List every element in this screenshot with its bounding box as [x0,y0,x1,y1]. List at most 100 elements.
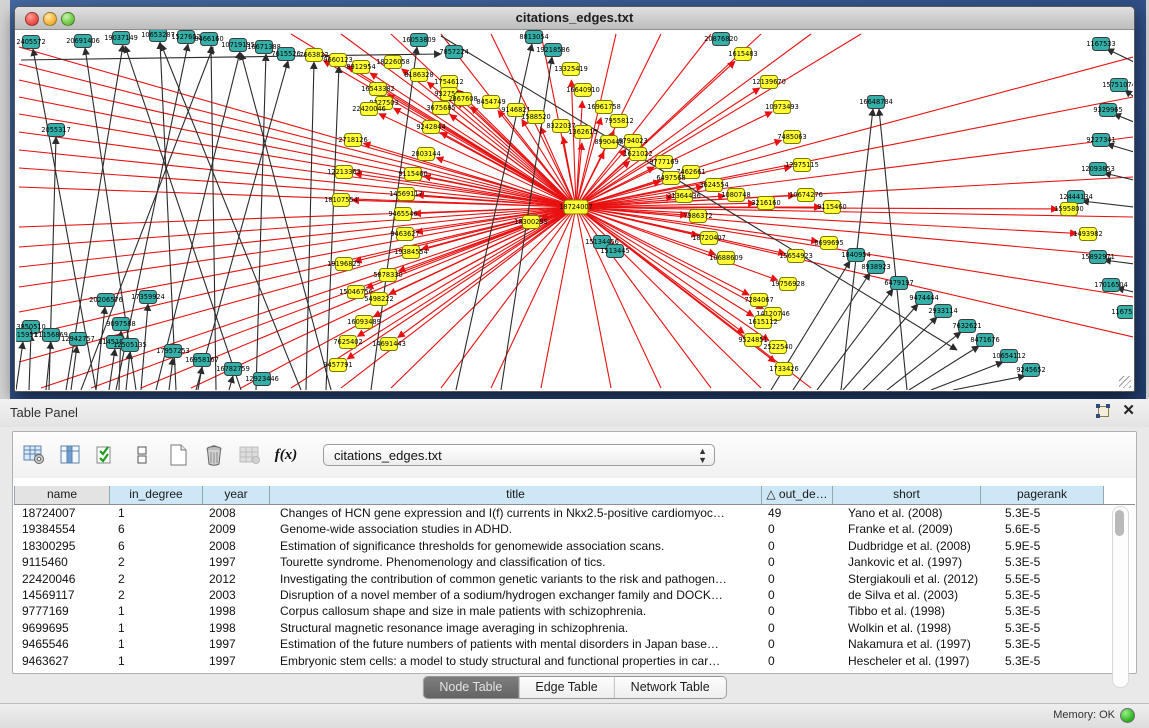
column-header-in_degree[interactable]: in_degree [110,486,203,504]
network-edge[interactable] [16,342,23,390]
network-edge[interactable] [398,207,576,337]
table-cell[interactable]: 6 [110,521,203,537]
table-cell[interactable]: Embryonic stem cells: a model to study s… [270,653,762,669]
network-edge[interactable] [909,346,979,390]
network-edge[interactable] [19,207,576,287]
scrollbar-thumb[interactable] [1115,510,1124,536]
network-edge[interactable] [576,207,769,341]
table-cell[interactable]: 5.5E-5 [981,571,1104,587]
network-edge[interactable] [169,358,173,390]
network-edge[interactable] [576,207,611,388]
table-mode-button[interactable] [19,440,49,470]
network-edge[interactable] [887,332,961,390]
table-cell[interactable]: Disruption of a novel member of a sodium… [270,587,762,603]
table-cell[interactable]: 1 [110,636,203,652]
table-cell[interactable]: 0 [762,620,833,636]
column-header-name[interactable]: name [14,486,110,504]
table-cell[interactable]: 1 [110,505,203,521]
table-cell[interactable]: Nakamura et al. (1997) [833,636,981,652]
table-cell[interactable]: 19384554 [14,521,110,537]
table-cell[interactable]: 2008 [203,538,270,554]
delete-column-button[interactable] [199,440,229,470]
create-column-button[interactable] [163,440,193,470]
table-cell[interactable]: 0 [762,653,833,669]
column-header-year[interactable]: year [203,486,270,504]
column-header-pagerank[interactable]: pagerank [981,486,1104,504]
table-cell[interactable]: 5.6E-5 [981,521,1104,537]
table-cell[interactable]: 0 [762,571,833,587]
table-cell[interactable]: 9699695 [14,620,110,636]
table-cell[interactable]: 1997 [203,636,270,652]
table-row[interactable]: 1938455462009Genome-wide association stu… [14,521,1135,537]
table-cell[interactable]: Changes of HCN gene expression and I(f) … [270,505,762,521]
network-edge[interactable] [1104,173,1133,180]
network-edge[interactable] [256,54,266,390]
table-cell[interactable]: 5.3E-5 [981,653,1104,669]
network-edge[interactable] [126,352,130,390]
network-edge[interactable] [953,376,1025,390]
delete-table-button[interactable] [235,440,265,470]
unselect-columns-button[interactable] [127,440,157,470]
table-cell[interactable]: 0 [762,538,833,554]
table-cell[interactable]: Corpus callosum shape and size in male p… [270,603,762,619]
network-edge[interactable] [229,376,233,390]
table-select-dropdown[interactable]: citations_edges.txt ▲▼ [323,444,715,466]
table-cell[interactable]: 5.3E-5 [981,554,1104,570]
network-edge[interactable] [541,207,576,388]
network-graph[interactable]: 2405572206914061903714910653287152760284… [16,30,1133,390]
table-cell[interactable]: 1 [110,603,203,619]
network-edge[interactable] [211,46,216,390]
network-edge[interactable] [1107,144,1133,152]
table-cell[interactable]: 1 [110,653,203,669]
table-cell[interactable]: 14569117 [14,587,110,603]
table-cell[interactable]: Tourette syndrome. Phenomenology and cla… [270,554,762,570]
table-cell[interactable]: 5.3E-5 [981,620,1104,636]
table-cell[interactable]: Estimation of significance thresholds fo… [270,538,762,554]
table-cell[interactable]: 0 [762,554,833,570]
close-panel-icon[interactable]: ✕ [1122,404,1135,418]
table-cell[interactable]: de Silva et al. (2003) [833,587,981,603]
table-cell[interactable]: Wolkin et al. (1998) [833,620,981,636]
network-edge[interactable] [109,349,115,390]
table-row[interactable]: 2242004622012Investigating the contribut… [14,571,1135,587]
network-edge[interactable] [576,57,1133,207]
network-edge[interactable] [576,97,1133,207]
table-row[interactable]: 946554611997Estimation of the future num… [14,636,1135,652]
table-row[interactable]: 911546021997Tourette syndrome. Phenomeno… [14,554,1135,570]
table-cell[interactable]: 5.3E-5 [981,587,1104,603]
float-panel-icon[interactable] [1096,404,1110,418]
network-edge[interactable] [879,109,907,390]
table-cell[interactable]: 0 [762,603,833,619]
table-row[interactable]: 1830029562008Estimation of significance … [14,538,1135,554]
table-cell[interactable]: Stergiakouli et al. (2012) [833,571,981,587]
window-resize-grip[interactable] [1119,376,1131,388]
table-row[interactable]: 1456911722003Disruption of a novel membe… [14,587,1135,603]
network-edge[interactable] [576,137,1133,207]
table-cell[interactable]: Dudbridge et al. (2008) [833,538,981,554]
table-cell[interactable]: Genome-wide association studies in ADHD. [270,521,762,537]
table-cell[interactable]: 5.3E-5 [981,505,1104,521]
network-edge[interactable] [161,44,301,390]
table-cell[interactable]: 2003 [203,587,270,603]
table-cell[interactable]: 1 [110,620,203,636]
network-edge[interactable] [160,42,176,390]
network-edge[interactable] [29,334,31,390]
table-cell[interactable]: Franke et al. (2009) [833,521,981,537]
network-edge[interactable] [198,367,202,390]
table-cell[interactable]: Estimation of the future numbers of pati… [270,636,762,652]
table-cell[interactable]: Yano et al. (2008) [833,505,981,521]
table-row[interactable]: 1872400712008Changes of HCN gene express… [14,505,1135,521]
network-edge[interactable] [931,362,1003,390]
table-cell[interactable]: 2 [110,554,203,570]
table-row[interactable]: 977716911998Corpus callosum shape and si… [14,603,1135,619]
column-header-short[interactable]: short [833,486,981,504]
network-edge[interactable] [1114,114,1133,122]
tab-network-table[interactable]: Network Table [615,677,726,698]
table-cell[interactable]: Hescheler et al. (1997) [833,653,981,669]
select-all-columns-button[interactable] [91,440,121,470]
table-cell[interactable]: 18300295 [14,538,110,554]
table-cell[interactable]: 2 [110,571,203,587]
table-cell[interactable]: 5.3E-5 [981,603,1104,619]
table-cell[interactable]: 2 [110,587,203,603]
network-edge[interactable] [196,61,288,390]
